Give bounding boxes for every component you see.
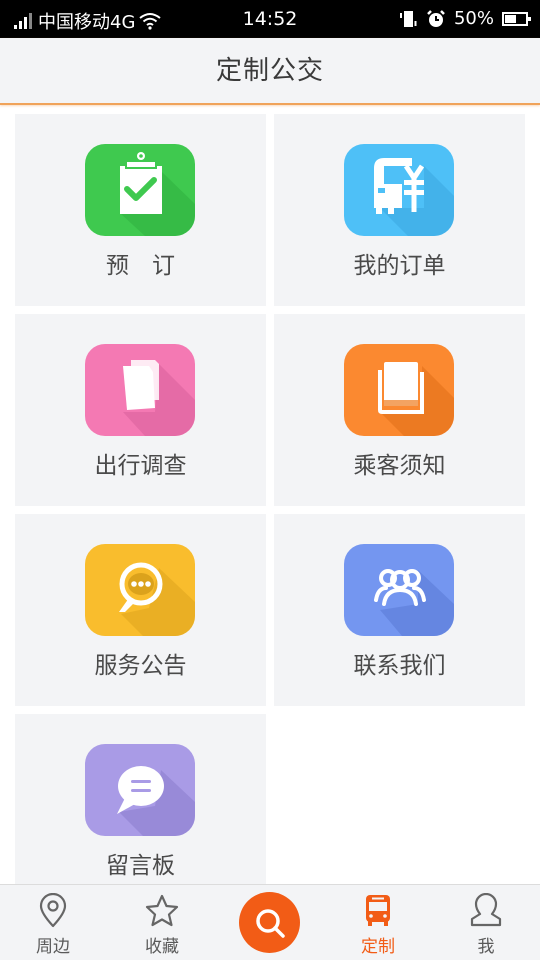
- tab-favorites[interactable]: 收藏: [112, 885, 212, 961]
- menu-item-my-orders[interactable]: 我的订单: [274, 114, 525, 306]
- bus-yuan-icon: [374, 158, 454, 236]
- message-board-icon: [117, 766, 195, 836]
- icon-tile: [85, 144, 195, 236]
- menu-item-travel-survey[interactable]: 出行调查: [15, 314, 266, 506]
- tab-label: 收藏: [145, 937, 179, 957]
- alarm-icon: [427, 9, 445, 27]
- menu-item-booking[interactable]: 预 订: [15, 114, 266, 306]
- vibrate-icon: [399, 10, 417, 27]
- battery-icon: [502, 11, 531, 26]
- book-icon: [378, 362, 454, 436]
- page-title: 定制公交: [215, 56, 324, 86]
- icon-tile: [344, 344, 454, 436]
- location-pin-icon: [39, 893, 67, 928]
- status-bar: 中国移动4G 14:52 50%: [0, 0, 540, 38]
- icon-tile: [85, 744, 195, 836]
- bus-icon: [366, 895, 390, 926]
- menu-item-passenger-notice[interactable]: 乘客须知: [274, 314, 525, 506]
- title-bar: 定制公交: [0, 38, 540, 105]
- menu-item-service-notice[interactable]: 服务公告: [15, 514, 266, 706]
- menu-label: 我的订单: [353, 253, 446, 279]
- tab-nearby[interactable]: 周边: [3, 885, 103, 961]
- tab-label: 我: [477, 937, 495, 957]
- status-right: 50%: [398, 8, 531, 29]
- icon-tile: [344, 544, 454, 636]
- icon-tile: [85, 344, 195, 436]
- clipboard-check-icon: [120, 152, 195, 236]
- menu-label: 联系我们: [353, 653, 446, 679]
- menu-label: 预 订: [106, 253, 175, 279]
- menu-label: 出行调查: [94, 453, 187, 479]
- menu-label: 留言板: [106, 853, 175, 879]
- battery-percent: 50%: [453, 8, 494, 29]
- documents-icon: [123, 360, 195, 436]
- star-icon: [145, 894, 179, 927]
- tab-me[interactable]: 我: [436, 885, 536, 961]
- tab-custom[interactable]: 定制: [328, 885, 428, 961]
- icon-tile: [85, 544, 195, 636]
- menu-item-contact-us[interactable]: 联系我们: [274, 514, 525, 706]
- search-button[interactable]: [239, 892, 300, 953]
- menu-label: 乘客须知: [353, 453, 446, 479]
- search-icon: [256, 909, 285, 938]
- speech-bubble-dots-icon: [119, 562, 195, 636]
- group-people-icon: [374, 569, 454, 636]
- menu-label: 服务公告: [94, 653, 187, 679]
- tab-label: 周边: [36, 937, 70, 957]
- user-icon: [470, 893, 502, 927]
- menu-item-message-board[interactable]: 留言板: [15, 714, 266, 884]
- tab-label: 定制: [361, 937, 395, 957]
- menu-grid: 预 订 我的订单 出行调查 乘客须知 服务公告 联系我们 留言板: [0, 105, 540, 884]
- icon-tile: [344, 144, 454, 236]
